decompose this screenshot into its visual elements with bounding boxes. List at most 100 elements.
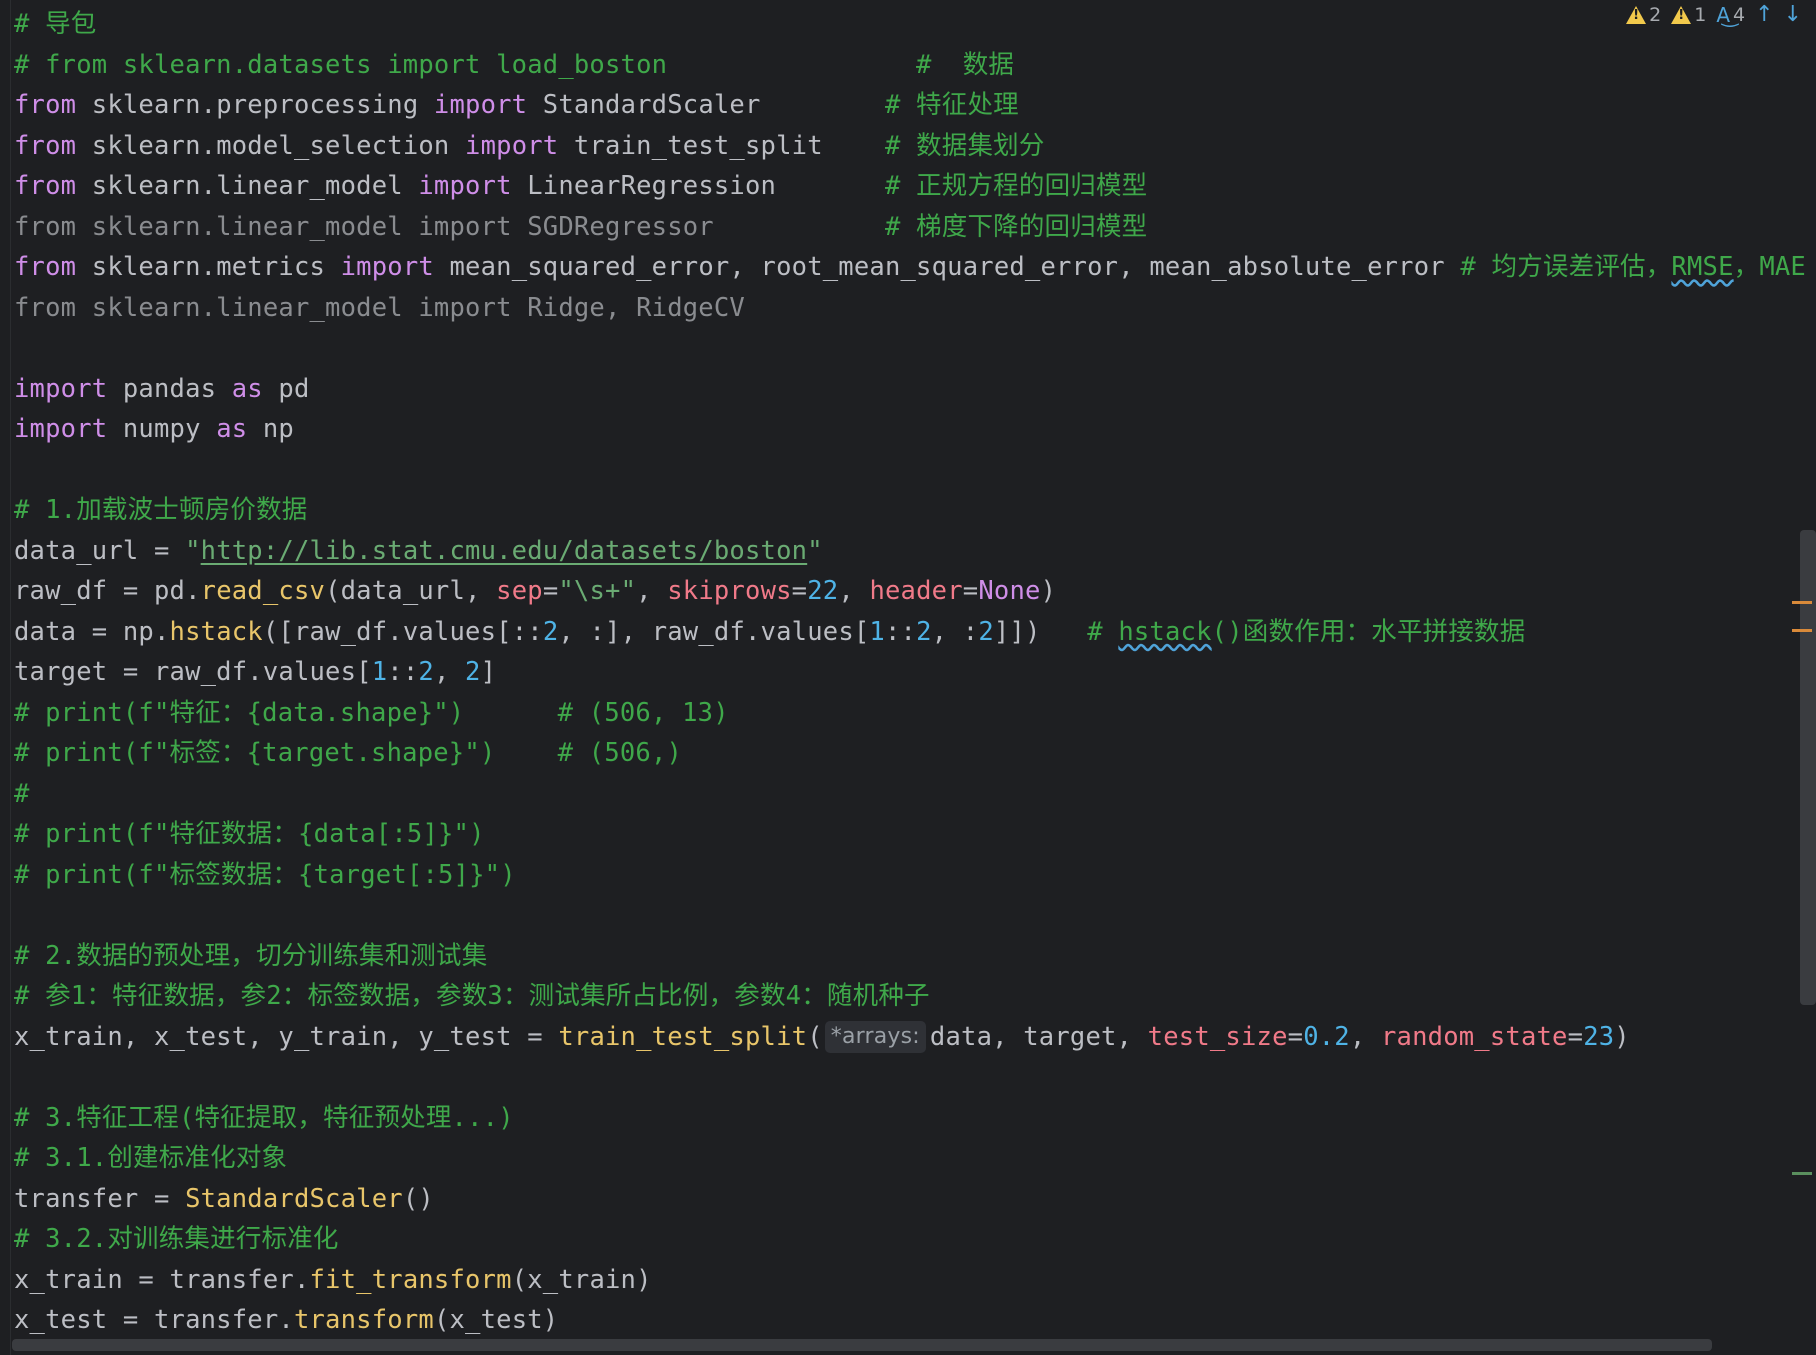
code-token: = bbox=[1287, 1021, 1304, 1052]
code-token: train_test_split bbox=[558, 1021, 808, 1052]
code-line[interactable]: target = raw_df.values[1::2, 2] bbox=[14, 652, 1776, 693]
code-token: # print(f"标签数据：{target[:5]}") bbox=[14, 859, 516, 890]
code-token: # 特征处理 bbox=[884, 90, 1019, 120]
code-token: , : bbox=[931, 616, 979, 647]
code-token: raw_df = pd. bbox=[14, 576, 201, 606]
code-token: header bbox=[869, 576, 963, 606]
code-token: from bbox=[14, 130, 77, 161]
code-token: , :], raw_df.values[ bbox=[558, 616, 870, 647]
code-line[interactable]: transfer = StandardScaler() bbox=[14, 1179, 1776, 1220]
code-token: sklearn.preprocessing bbox=[76, 90, 434, 120]
code-line[interactable]: from sklearn.metrics import mean_squared… bbox=[14, 247, 1806, 288]
horizontal-scrollbar-thumb[interactable] bbox=[12, 1339, 1712, 1351]
code-line[interactable]: x_train = transfer.fit_transform(x_train… bbox=[14, 1260, 1776, 1301]
code-line[interactable]: # 1.加载波士顿房价数据 bbox=[14, 490, 1776, 531]
code-token: x_train, x_test, y_train, y_test = bbox=[14, 1021, 559, 1052]
code-token: 2 bbox=[978, 616, 994, 647]
editor-gutter-divider bbox=[10, 0, 11, 1355]
code-token: import bbox=[14, 414, 108, 444]
code-token: # 导包 bbox=[14, 9, 97, 39]
code-line[interactable]: # print(f"特征数据：{data[:5]}") bbox=[14, 814, 1776, 855]
code-token: ([raw_df.values[:: bbox=[262, 616, 543, 647]
code-line[interactable]: # 3.2.对训练集进行标准化 bbox=[14, 1219, 1776, 1260]
code-token: " bbox=[807, 535, 823, 566]
code-token: 2 bbox=[542, 616, 559, 647]
code-line[interactable]: # 导包 bbox=[14, 4, 1776, 45]
code-line[interactable]: x_test = transfer.transform(x_test) bbox=[14, 1300, 1776, 1341]
code-token: ] bbox=[480, 657, 497, 687]
code-line[interactable]: # bbox=[14, 774, 1776, 815]
code-token: x_train = transfer. bbox=[14, 1264, 310, 1295]
code-token: # 1.加载波士顿房价数据 bbox=[14, 495, 308, 525]
code-line[interactable]: # 参1：特征数据，参2：标签数据，参数3：测试集所占比例，参数4：随机种子 bbox=[14, 976, 1776, 1017]
code-token: data_url = bbox=[14, 535, 186, 566]
code-token: transform bbox=[293, 1305, 434, 1335]
code-token: 1 bbox=[371, 657, 388, 687]
code-token: # bbox=[14, 778, 30, 809]
code-token: ( bbox=[807, 1021, 823, 1052]
code-line[interactable]: from sklearn.linear_model import LinearR… bbox=[14, 166, 1776, 207]
code-line[interactable]: data_url = "http://lib.stat.cmu.edu/data… bbox=[14, 531, 1776, 572]
change-marker[interactable] bbox=[1792, 1172, 1812, 1175]
code-line[interactable] bbox=[14, 450, 1776, 491]
code-token: (x_test) bbox=[433, 1305, 559, 1335]
code-token: from sklearn.linear_model import SGDRegr… bbox=[14, 211, 885, 242]
code-line[interactable]: # print(f"特征：{data.shape}") # (506, 13) bbox=[14, 693, 1776, 734]
code-line[interactable]: raw_df = pd.read_csv(data_url, sep="\s+"… bbox=[14, 571, 1776, 612]
code-token: train_test_split bbox=[558, 130, 885, 161]
code-token: # 3.1.创建标准化对象 bbox=[14, 1143, 288, 1173]
code-line[interactable]: import pandas as pd bbox=[14, 369, 1776, 410]
code-line[interactable]: from sklearn.model_selection import trai… bbox=[14, 126, 1776, 167]
code-line[interactable] bbox=[14, 328, 1776, 369]
code-token: import bbox=[465, 130, 559, 161]
code-token: sklearn.metrics bbox=[76, 252, 341, 282]
code-token: # print(f"特征：{data.shape}") # (506, 13) bbox=[14, 697, 729, 728]
code-text-area[interactable]: # 导包 # from sklearn.datasets import load_… bbox=[14, 4, 1806, 1341]
code-token: 1 bbox=[869, 616, 885, 647]
code-token: pd bbox=[262, 373, 310, 404]
code-line[interactable]: from sklearn.linear_model import Ridge, … bbox=[14, 288, 1776, 329]
code-token: 2 bbox=[916, 616, 932, 647]
code-token: read_csv bbox=[200, 576, 326, 606]
code-token: ，MAE bbox=[1733, 252, 1806, 282]
code-token: import bbox=[340, 252, 434, 282]
code-line[interactable]: # print(f"标签数据：{target[:5]}") bbox=[14, 855, 1776, 896]
code-token: # 3.2.对训练集进行标准化 bbox=[14, 1224, 339, 1254]
code-token: from sklearn.linear_model import Ridge, … bbox=[14, 292, 745, 323]
code-token: ) bbox=[1614, 1021, 1630, 1052]
code-token: data = np. bbox=[14, 616, 170, 647]
next-problem-button[interactable]: ↓ bbox=[1784, 2, 1802, 27]
code-token: random_state bbox=[1380, 1021, 1568, 1052]
code-token: numpy bbox=[107, 414, 217, 444]
code-line[interactable] bbox=[14, 1057, 1776, 1098]
code-line[interactable]: from sklearn.preprocessing import Standa… bbox=[14, 85, 1776, 126]
code-token: hstack bbox=[1118, 616, 1212, 647]
code-editor[interactable]: 2 1 A͜ 4 ↑ ↓ # 导包# from sklearn.datasets… bbox=[0, 0, 1816, 1355]
code-token: 2 bbox=[465, 657, 481, 687]
code-line[interactable]: # 2.数据的预处理，切分训练集和测试集 bbox=[14, 936, 1776, 977]
code-token: :: bbox=[884, 616, 917, 647]
code-token: StandardScaler bbox=[185, 1183, 403, 1214]
code-line[interactable]: # 3.1.创建标准化对象 bbox=[14, 1138, 1776, 1179]
code-token: import bbox=[418, 171, 512, 201]
code-token: ]]) bbox=[993, 616, 1088, 647]
warning-marker[interactable] bbox=[1792, 629, 1812, 632]
code-line[interactable]: import numpy as np bbox=[14, 409, 1776, 450]
code-token: http://lib.stat.cmu.edu/datasets/boston bbox=[200, 535, 808, 566]
code-line[interactable]: data = np.hstack([raw_df.values[::2, :],… bbox=[14, 612, 1776, 653]
code-line[interactable]: # print(f"标签：{target.shape}") # (506,) bbox=[14, 733, 1776, 774]
code-token: # 3.特征工程(特征提取，特征预处理...) bbox=[14, 1102, 514, 1133]
code-line[interactable]: # 3.特征工程(特征提取，特征预处理...) bbox=[14, 1098, 1776, 1139]
code-line[interactable]: from sklearn.linear_model import SGDRegr… bbox=[14, 207, 1776, 248]
code-token: fit_transform bbox=[309, 1264, 512, 1295]
code-token: (data_url, bbox=[325, 576, 497, 606]
code-line[interactable] bbox=[14, 895, 1776, 936]
code-line[interactable]: x_train, x_test, y_train, y_test = train… bbox=[14, 1017, 1776, 1058]
code-token: = bbox=[791, 576, 808, 606]
code-token: , bbox=[433, 657, 466, 687]
code-token: sep bbox=[496, 576, 543, 606]
code-line[interactable]: # from sklearn.datasets import load_bost… bbox=[14, 45, 1776, 86]
warning-marker[interactable] bbox=[1792, 601, 1812, 604]
code-token: skiprows bbox=[667, 576, 792, 606]
code-token: from bbox=[14, 90, 77, 120]
